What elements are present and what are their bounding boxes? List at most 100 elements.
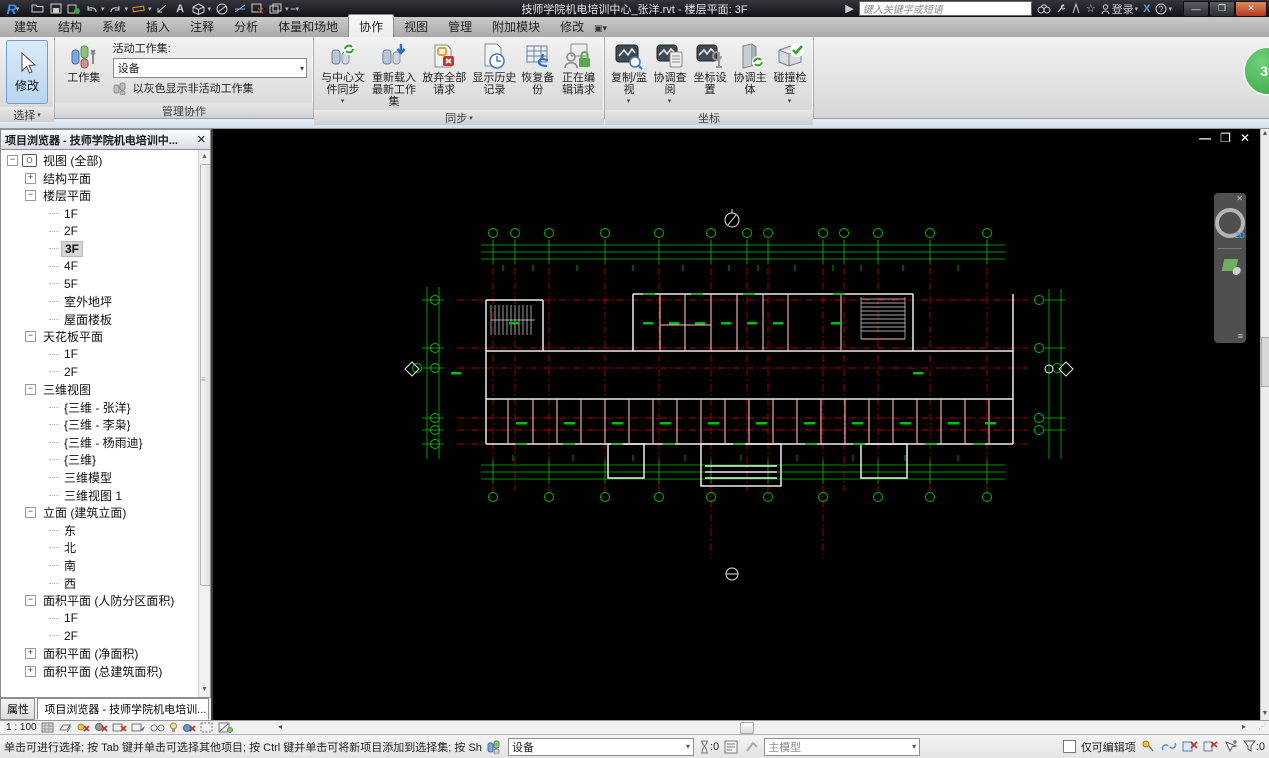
tree-item-label[interactable]: 面积平面 (人防分区面积) (40, 592, 177, 609)
modify-button[interactable]: 修改 (6, 40, 48, 104)
filter-icon[interactable]: :0 (1242, 740, 1265, 753)
tree-item[interactable]: 2F (3, 627, 198, 645)
tree-item-label[interactable]: {三维 - 李枭} (61, 416, 134, 433)
tree-item-label[interactable]: 5F (61, 277, 81, 291)
panel-label-select[interactable]: 选择 ▾ (0, 107, 54, 122)
tab-project-browser[interactable]: 项目浏览器 - 技师学院机电培训... (37, 698, 209, 720)
tree-item-label[interactable]: 1F (61, 347, 81, 361)
tree-item-label[interactable]: 1F (61, 207, 81, 221)
open-file-icon[interactable] (30, 2, 45, 16)
tree-item-label[interactable]: {三维 - 杨雨迪} (61, 434, 146, 451)
close-hidden-windows-icon[interactable] (250, 2, 265, 16)
infocenter-search-input[interactable]: 键入关键字或短语 (858, 1, 1032, 16)
tree-item[interactable]: − 楼层平面 (3, 187, 198, 205)
copy-monitor-button[interactable]: 复制/监视 ▾ (609, 39, 649, 108)
subscription-center-icon[interactable] (1056, 3, 1066, 14)
reload-latest-button[interactable]: 重新载入最新工作集 (370, 39, 418, 108)
collapse-icon[interactable]: − (25, 595, 36, 607)
tree-item-label[interactable]: 2F (61, 629, 81, 643)
tree-item-label[interactable]: 屋面楼板 (61, 311, 115, 328)
project-browser-titlebar[interactable]: 项目浏览器 - 技师学院机电培训中... ✕ (0, 129, 211, 150)
hscroll-thumb[interactable] (740, 722, 754, 734)
view-scale[interactable]: 1 : 100 (6, 722, 37, 733)
canvas-scroll-up-icon[interactable]: ▲ (1261, 129, 1269, 139)
tree-item-label[interactable]: 楼层平面 (40, 187, 94, 204)
ribbon-tab[interactable]: 注释 (180, 15, 224, 37)
canvas-vertical-scrollbar[interactable]: ▲ ▼ (1260, 129, 1269, 720)
editing-requests-status[interactable]: :0 (699, 740, 719, 754)
worksharing-monitor-icon[interactable] (724, 740, 740, 754)
tree-item[interactable]: + 面积平面 (总建筑面积) (3, 662, 198, 680)
worksharing-display-icon[interactable] (182, 722, 196, 733)
tree-item-label[interactable]: {三维 - 张洋} (61, 399, 134, 416)
tree-item-label[interactable]: 4F (61, 259, 81, 273)
infocenter-collapse-icon[interactable]: ▶ (845, 2, 853, 15)
tree-item-label[interactable]: 三维模型 (61, 469, 115, 486)
tree-item[interactable]: {三维} (3, 451, 198, 469)
tree-item[interactable]: {三维 - 张洋} (3, 398, 198, 416)
exclude-options-icon[interactable] (1182, 740, 1198, 753)
ribbon-tab[interactable]: 附加模块 (482, 15, 550, 37)
collapse-icon[interactable]: − (25, 190, 36, 202)
ribbon-tab[interactable]: 视图 (394, 15, 438, 37)
ribbon-tab[interactable]: 分析 (224, 15, 268, 37)
expand-icon[interactable]: + (25, 647, 36, 659)
tree-item[interactable]: 西 (3, 574, 198, 592)
tree-item[interactable]: + 面积平面 (净面积) (3, 645, 198, 663)
detail-level-icon[interactable] (41, 722, 54, 733)
tree-item[interactable]: + 结构平面 (3, 170, 198, 188)
active-workset-status-field[interactable]: 设备 ▾ (508, 737, 694, 756)
tree-item[interactable]: 2F (3, 363, 198, 381)
temporary-view-properties-icon[interactable] (200, 722, 214, 733)
active-workset-dropdown[interactable]: 设备 ▾ (112, 58, 307, 78)
tree-item-label[interactable]: 结构平面 (40, 170, 94, 187)
redo-dropdown[interactable]: ▾ (125, 5, 129, 13)
browser-scrollbar[interactable]: ▲ ≡ ▼ (198, 150, 210, 697)
exchange-apps-icon[interactable]: X (1143, 3, 1150, 15)
3d-view-dropdown[interactable]: ▾ (208, 5, 212, 13)
switch-windows-icon[interactable] (268, 2, 283, 16)
collapse-icon[interactable]: − (25, 384, 36, 396)
tree-item[interactable]: 3F (3, 240, 198, 258)
sync-with-central-button[interactable]: 与中心文件同步 ▾ (318, 39, 368, 108)
tab-properties[interactable]: 属性 (0, 698, 36, 720)
crop-view-icon[interactable] (112, 722, 127, 733)
measure-icon[interactable] (131, 2, 146, 16)
tree-item-label[interactable]: 南 (61, 557, 79, 574)
close-button[interactable]: ✕ (1235, 0, 1267, 17)
crop-region-icon[interactable] (131, 722, 146, 733)
select-elements-icon[interactable] (1224, 740, 1238, 753)
hscroll-left-icon[interactable]: ◂ (278, 722, 282, 732)
tree-item-label[interactable]: {三维} (61, 451, 99, 468)
temporary-hide-isolate-icon[interactable] (150, 723, 165, 733)
sun-path-icon[interactable] (76, 722, 90, 733)
restore-backup-button[interactable]: 恢复备份 (521, 39, 555, 96)
canvas-vscroll-thumb[interactable] (1261, 337, 1269, 387)
drawing-area[interactable]: — ❐ ✕ ✕ 2D ≡ (213, 129, 1260, 720)
tree-item[interactable]: 室外地坪 (3, 293, 198, 311)
press-drag-icon[interactable] (1141, 740, 1156, 753)
default-3d-view-icon[interactable] (191, 2, 206, 16)
tree-item[interactable]: 屋面楼板 (3, 310, 198, 328)
tree-item-label[interactable]: 立面 (建筑立面) (40, 504, 129, 521)
tree-item-label[interactable]: 室外地坪 (61, 293, 115, 310)
coordination-settings-button[interactable]: 坐标设置 (691, 39, 729, 96)
shadows-icon[interactable] (94, 722, 108, 733)
tree-item-label[interactable]: 北 (61, 539, 79, 556)
restore-button[interactable]: ❐ (1209, 0, 1235, 17)
tree-item[interactable]: {三维 - 李枭} (3, 416, 198, 434)
section-icon[interactable] (214, 2, 229, 16)
minimize-button[interactable]: — (1183, 0, 1209, 17)
tree-item-label[interactable]: 3F (61, 240, 84, 257)
tree-item[interactable]: 南 (3, 557, 198, 575)
tree-item-label[interactable]: 2F (61, 224, 81, 238)
help-icon[interactable]: ? ▾ (1155, 3, 1172, 15)
undo-icon[interactable] (84, 2, 99, 16)
ribbon-tab[interactable]: 建筑 (4, 15, 48, 37)
interference-check-button[interactable]: 碰撞检查 ▾ (771, 39, 809, 108)
pan-zoom-icon[interactable] (1221, 259, 1242, 275)
ribbon-tab[interactable]: 协作 (348, 14, 395, 37)
design-option-field[interactable]: 主模型 ▾ (764, 737, 921, 756)
relinquish-all-button[interactable]: 放弃全部请求 (420, 39, 468, 96)
ribbon-tab[interactable]: 插入 (136, 15, 180, 37)
